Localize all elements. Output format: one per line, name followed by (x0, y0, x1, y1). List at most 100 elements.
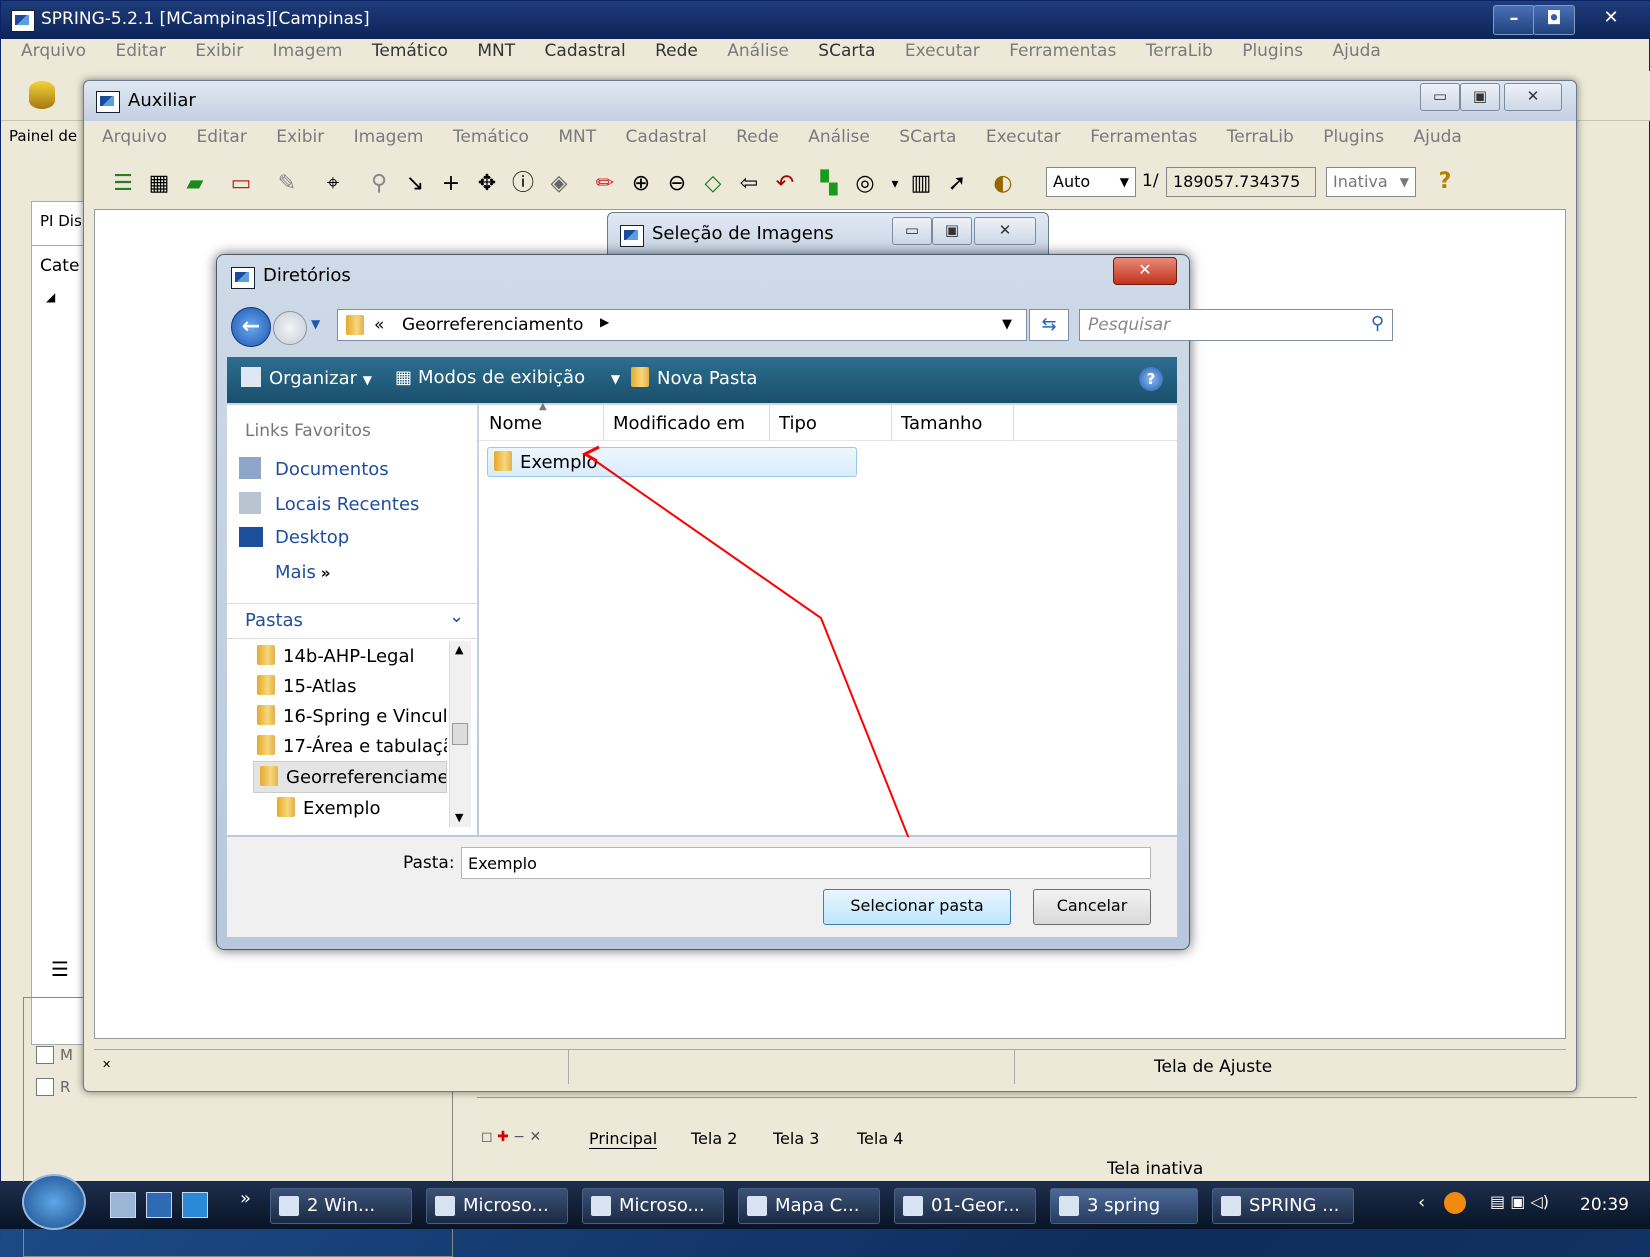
menu-tematico[interactable]: Temático (372, 41, 448, 61)
menu-arquivo[interactable]: Arquivo (21, 41, 86, 61)
cursor-icon[interactable]: ✎ (272, 169, 302, 199)
aux-menu-analise[interactable]: Análise (808, 127, 870, 147)
aux-maximize-button[interactable]: ▣ (1460, 83, 1500, 111)
zoom-out-icon[interactable]: ⊖ (662, 169, 692, 199)
grid-icon[interactable]: ▦ (144, 169, 174, 199)
taskbar-item-microsoft-1[interactable]: Microso... (426, 1188, 568, 1224)
aux-menu-cadastral[interactable]: Cadastral (626, 127, 707, 147)
search-icon[interactable]: ⚲ (1371, 313, 1384, 334)
menu-rede[interactable]: Rede (655, 41, 698, 61)
selecionar-pasta-button[interactable]: Selecionar pasta (823, 889, 1011, 925)
checkbox-r[interactable] (36, 1078, 54, 1096)
maximize-button[interactable]: ◘ (1533, 5, 1575, 35)
checkbox-m[interactable] (36, 1046, 54, 1064)
menu-plugins[interactable]: Plugins (1242, 41, 1303, 61)
taskbar-item-microsoft-2[interactable]: Microso... (582, 1188, 724, 1224)
tray-expand-icon[interactable]: ‹ (1418, 1192, 1425, 1213)
pasta-input[interactable]: Exemplo (461, 847, 1151, 879)
taskbar-item-geor[interactable]: 01-Geor... (894, 1188, 1036, 1224)
menu-mnt[interactable]: MNT (477, 41, 515, 61)
start-button[interactable] (22, 1174, 86, 1230)
selecao-maximize-button[interactable]: ▣ (932, 217, 972, 245)
tag-icon[interactable]: ◈ (544, 169, 574, 199)
aux-menu-scarta[interactable]: SCarta (899, 127, 956, 147)
menu-ajuda[interactable]: Ajuda (1333, 41, 1381, 61)
aux-menu-executar[interactable]: Executar (986, 127, 1061, 147)
menu-editar[interactable]: Editar (115, 41, 165, 61)
aux-menu-ajuda[interactable]: Ajuda (1414, 127, 1462, 147)
polygon-icon[interactable]: ▰ (180, 169, 210, 199)
info-icon[interactable]: ⓘ (508, 169, 538, 199)
taskbar-item-spring-browser[interactable]: SPRING ... (1212, 1188, 1354, 1224)
menu-imagem[interactable]: Imagem (273, 41, 343, 61)
aux-menu-tematico[interactable]: Temático (453, 127, 529, 147)
select-cursor-icon[interactable]: ➚ (942, 169, 972, 199)
pan-icon[interactable]: ✥ (472, 169, 502, 199)
aux-close-button[interactable]: ✕ (1504, 83, 1562, 111)
chart-icon[interactable]: ▥ (906, 169, 936, 199)
taskbar-item-mapa[interactable]: Mapa C... (738, 1188, 880, 1224)
undo-icon[interactable]: ↶ (770, 169, 800, 199)
show-desktop-icon[interactable] (110, 1192, 136, 1218)
selecao-imagens-window: Seleção de Imagens ▭ ▣ ✕ (607, 212, 1049, 256)
aux-menu-ferramentas[interactable]: Ferramentas (1090, 127, 1197, 147)
move-down-icon[interactable]: ↘ (400, 169, 430, 199)
media-player-icon[interactable] (182, 1192, 208, 1218)
inativa-combo-value: Inativa (1333, 172, 1388, 191)
taskbar-item-spring-group[interactable]: 3 spring (1050, 1188, 1198, 1224)
aux-menu-arquivo[interactable]: Arquivo (102, 127, 167, 147)
help-icon[interactable]: ? (1430, 167, 1460, 197)
aux-menu-terralib[interactable]: TerraLib (1227, 127, 1294, 147)
menu-cadastral[interactable]: Cadastral (545, 41, 626, 61)
tray-app-icon[interactable] (1444, 1192, 1466, 1214)
quicklaunch-more-icon[interactable]: » (240, 1188, 251, 1209)
zoom-in-icon[interactable]: ⊕ (626, 169, 656, 199)
aux-menu-mnt[interactable]: MNT (558, 127, 596, 147)
map-icon[interactable]: ▚ (814, 169, 844, 199)
tree-expand-icon[interactable]: ◢ (46, 290, 55, 304)
aux-menu-rede[interactable]: Rede (736, 127, 779, 147)
palette-icon[interactable]: ◐ (988, 169, 1018, 199)
selecao-minimize-button[interactable]: ▭ (892, 217, 932, 245)
scale-icon[interactable]: ◎ (850, 169, 880, 199)
auto-combo[interactable]: Auto ▼ (1046, 167, 1136, 197)
menu-executar[interactable]: Executar (905, 41, 980, 61)
selecao-close-button[interactable]: ✕ (974, 217, 1036, 245)
tab-principal[interactable]: Principal (589, 1129, 658, 1149)
tab-tela-2[interactable]: Tela 2 (691, 1129, 737, 1148)
aux-menu-plugins[interactable]: Plugins (1323, 127, 1384, 147)
taskbar-clock[interactable]: 20:39 (1580, 1195, 1629, 1215)
tab-tela-3[interactable]: Tela 3 (773, 1129, 819, 1148)
close-button[interactable]: ✕ (1583, 5, 1639, 33)
zoom-area-icon[interactable]: ◇ (698, 169, 728, 199)
database-icon[interactable] (29, 81, 55, 109)
menu-analise[interactable]: Análise (727, 41, 789, 61)
scale-field[interactable]: 189057.734375 (1166, 167, 1316, 197)
view-controls-icon[interactable]: ◻ ✚ − ✕ (481, 1129, 541, 1145)
layers-icon[interactable]: ☰ (108, 169, 138, 199)
search-icon[interactable]: ⚲ (364, 169, 394, 199)
pointer-icon[interactable]: ⌖ (318, 169, 348, 199)
switch-windows-icon[interactable] (146, 1192, 172, 1218)
taskbar-item-windows[interactable]: 2 Win... (270, 1188, 412, 1224)
tray-system-icons[interactable]: ▤ ▣ ◁) (1490, 1192, 1549, 1211)
list-icon[interactable]: ☰ (51, 957, 69, 981)
inativa-combo[interactable]: Inativa ▼ (1326, 167, 1416, 197)
plus-icon[interactable]: + (436, 169, 466, 199)
menu-exibir[interactable]: Exibir (195, 41, 243, 61)
window-icon[interactable]: ▭ (226, 169, 256, 199)
aux-menu-exibir[interactable]: Exibir (276, 127, 324, 147)
minimize-button[interactable]: – (1493, 5, 1535, 35)
menu-ferramentas[interactable]: Ferramentas (1009, 41, 1116, 61)
cancelar-button[interactable]: Cancelar (1033, 889, 1151, 925)
status-close-icon[interactable]: ✕ (102, 1058, 111, 1071)
aux-minimize-button[interactable]: ▭ (1420, 83, 1460, 111)
menu-terralib[interactable]: TerraLib (1146, 41, 1213, 61)
pi-label: PI Dis (40, 212, 82, 230)
aux-menu-imagem[interactable]: Imagem (354, 127, 424, 147)
tab-tela-4[interactable]: Tela 4 (857, 1129, 903, 1148)
aux-menu-editar[interactable]: Editar (196, 127, 246, 147)
pencil-icon[interactable]: ✏ (590, 169, 620, 199)
menu-scarta[interactable]: SCarta (818, 41, 875, 61)
back-arrow-icon[interactable]: ⇦ (734, 169, 764, 199)
